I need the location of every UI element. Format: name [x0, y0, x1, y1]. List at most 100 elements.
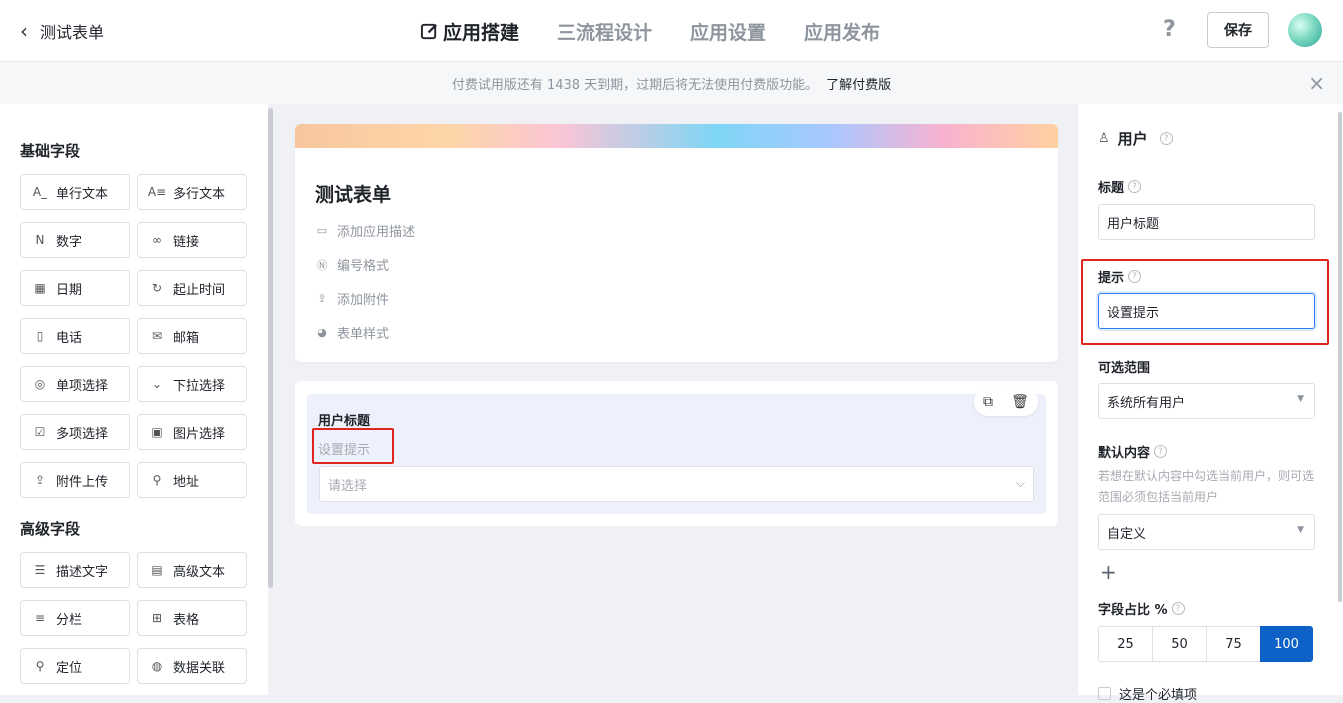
palette-field-1[interactable]: ☰ 描述文字	[20, 552, 130, 588]
palette-field-5[interactable]: ⚲ 定位	[20, 648, 130, 684]
tab-flow-design[interactable]: 三流程设计	[557, 14, 652, 48]
palette-scrollbar[interactable]	[268, 108, 273, 588]
question-icon[interactable]: ?	[1171, 602, 1185, 615]
properties-panel: ♙ 用户 ? 标题? 用户标题 提示? 设置提示 可选范围 系统所有用户 ▼ 默…	[1078, 104, 1343, 703]
palette-field-12[interactable]: ▣ 图片选择	[137, 414, 247, 450]
palette-field-11[interactable]: ☑ 多项选择	[20, 414, 130, 450]
field-type-icon: ▯	[36, 329, 44, 343]
palette-field-label: 高级文本	[173, 564, 226, 580]
avatar[interactable]	[1288, 13, 1322, 47]
field-tools: ⧉ 🗑	[974, 388, 1038, 416]
palette-field-3[interactable]: N 数字	[20, 222, 130, 258]
chevron-left-icon: ‹	[20, 19, 28, 43]
width-option-100[interactable]: 100	[1260, 626, 1313, 662]
notice-link[interactable]: 了解付费版	[826, 74, 891, 93]
field-type-icon: N	[35, 233, 45, 247]
palette-field-14[interactable]: ⚲ 地址	[137, 462, 247, 498]
palette-field-8[interactable]: ✉ 邮箱	[137, 318, 247, 354]
range-label: 可选范围	[1098, 361, 1151, 376]
question-icon[interactable]: ?	[1128, 180, 1142, 193]
comment-icon: ▭	[316, 224, 328, 237]
tab-app-publish[interactable]: 应用发布	[804, 14, 880, 48]
question-icon[interactable]: ?	[1154, 445, 1168, 458]
edit-icon	[420, 23, 437, 39]
field-type-icon: ▤	[151, 563, 163, 577]
save-button[interactable]: 保存	[1207, 12, 1269, 48]
palette-field-label: 数据关联	[173, 660, 226, 676]
palette-field-3[interactable]: ≡ 分栏	[20, 600, 130, 636]
field-type-icon: ∞	[152, 233, 162, 247]
palette-field-4[interactable]: ∞ 链接	[137, 222, 247, 258]
width-option-50[interactable]: 50	[1152, 626, 1207, 662]
tab-app-settings[interactable]: 应用设置	[690, 14, 766, 48]
width-option-75[interactable]: 75	[1206, 626, 1261, 662]
user-field-card[interactable]: ⧉ 🗑 用户标题 设置提示 请选择 ⌵	[295, 381, 1058, 526]
add-description-option[interactable]: ▭ 添加应用描述	[315, 221, 415, 240]
field-type-icon: ◍	[151, 659, 163, 673]
title-input[interactable]: 用户标题	[1098, 204, 1315, 240]
palette-field-label: 图片选择	[173, 426, 226, 442]
advanced-fields-grid: ☰ 描述文字 ▤ 高级文本 ≡ 分栏 ⊞ 表格 ⚲ 定位 ◍ 数据关联	[20, 552, 247, 684]
help-icon[interactable]: ?	[1163, 17, 1176, 42]
width-ratio-group: 25 50 75 100	[1098, 626, 1313, 662]
upload-icon: ⇪	[317, 292, 327, 305]
close-icon[interactable]: ×	[1308, 71, 1325, 95]
palette-field-7[interactable]: ▯ 电话	[20, 318, 130, 354]
field-type-icon: A_	[32, 185, 48, 199]
field-type-icon: ↻	[151, 281, 163, 295]
number-format-option[interactable]: Ⓝ 编号格式	[315, 255, 390, 275]
palette-field-13[interactable]: ⇪ 附件上传	[20, 462, 130, 498]
palette-field-label: 多行文本	[173, 186, 226, 202]
field-palette: 基础字段 A_ 单行文本 A≡ 多行文本 N 数字 ∞ 链接 ▦ 日期 ↻ 起止时间 ▯ 电话 ✉ 邮箱 ◎ 单项…	[0, 104, 268, 695]
copy-icon[interactable]: ⧉	[983, 394, 993, 410]
palette-field-2[interactable]: ▤ 高级文本	[137, 552, 247, 588]
palette-field-label: 附件上传	[56, 474, 109, 490]
palette-field-label: 数字	[56, 234, 83, 250]
field-type-icon: ⌄	[151, 377, 163, 391]
palette-field-label: 日期	[56, 282, 83, 298]
palette-field-label: 电话	[56, 330, 83, 346]
question-icon[interactable]: ?	[1159, 132, 1173, 145]
width-label: 字段占比 %?	[1098, 599, 1185, 618]
default-select[interactable]: 自定义 ▼	[1098, 514, 1315, 550]
tab-app-build[interactable]: 应用搭建	[420, 14, 519, 48]
checkbox[interactable]	[1098, 687, 1111, 700]
title-label: 标题?	[1098, 177, 1142, 196]
palette-field-4[interactable]: ⊞ 表格	[137, 600, 247, 636]
palette-field-6[interactable]: ↻ 起止时间	[137, 270, 247, 306]
chevron-down-icon: ⌵	[1015, 476, 1025, 490]
palette-field-label: 描述文字	[56, 564, 109, 580]
palette-icon: ◕	[317, 326, 327, 339]
width-option-25[interactable]: 25	[1098, 626, 1153, 662]
delete-icon[interactable]: 🗑	[1011, 394, 1029, 410]
palette-field-6[interactable]: ◍ 数据关联	[137, 648, 247, 684]
highlight-box-hint	[312, 428, 394, 464]
form-style-option[interactable]: ◕ 表单样式	[315, 323, 389, 342]
add-attachment-option[interactable]: ⇪ 添加附件	[315, 289, 389, 308]
palette-field-9[interactable]: ◎ 单项选择	[20, 366, 130, 402]
user-select[interactable]: 请选择 ⌵	[319, 466, 1034, 502]
user-field-selected[interactable]: ⧉ 🗑 用户标题 设置提示 请选择 ⌵	[307, 388, 1046, 514]
field-type-icon: ≡	[34, 611, 46, 625]
field-type-icon: ⊞	[151, 611, 163, 625]
required-option[interactable]: 这是个必填项	[1098, 684, 1197, 703]
notice-text: 付费试用版还有 1438 天到期，过期后将无法使用付费版功能。	[451, 77, 819, 93]
palette-field-label: 起止时间	[173, 282, 226, 298]
palette-field-label: 邮箱	[173, 330, 200, 346]
palette-field-2[interactable]: A≡ 多行文本	[137, 174, 247, 210]
advanced-fields-title: 高级字段	[20, 520, 81, 538]
field-type-icon: ✉	[151, 329, 163, 343]
add-icon[interactable]: +	[1100, 560, 1117, 584]
default-description: 若想在默认内容中勾选当前用户，则可选范围必须包括当前用户	[1098, 469, 1315, 504]
palette-field-5[interactable]: ▦ 日期	[20, 270, 130, 306]
field-type-icon: ▦	[34, 281, 46, 295]
range-select[interactable]: 系统所有用户 ▼	[1098, 383, 1315, 419]
form-title[interactable]: 测试表单	[315, 180, 391, 207]
top-bar: ‹ 测试表单 应用搭建 三流程设计 应用设置 应用发布 ? 保存	[0, 0, 1343, 62]
palette-field-10[interactable]: ⌄ 下拉选择	[137, 366, 247, 402]
palette-field-1[interactable]: A_ 单行文本	[20, 174, 130, 210]
panel-scrollbar[interactable]	[1338, 112, 1342, 602]
field-type-icon: ☑	[34, 425, 46, 439]
field-type-icon: ⚲	[35, 659, 45, 673]
back-button[interactable]: ‹ 测试表单	[20, 19, 104, 43]
